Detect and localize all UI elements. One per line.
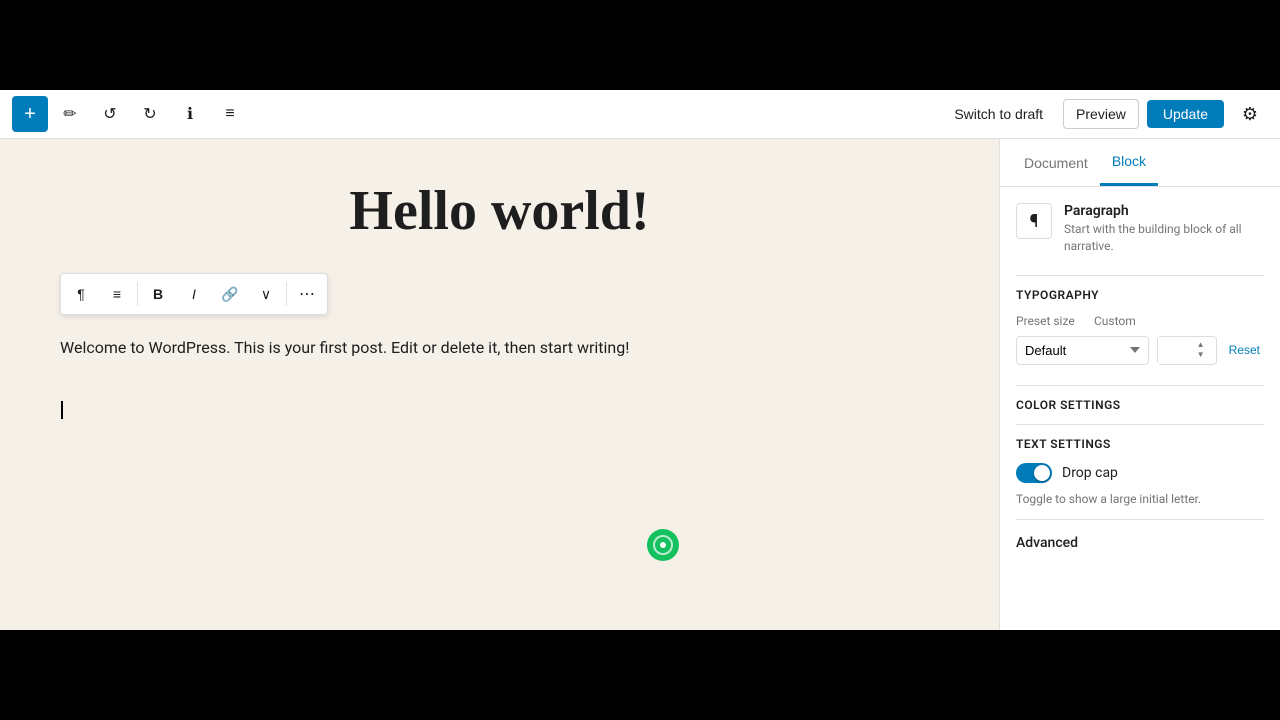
- inline-formatting-toolbar: ¶ ≡ B I 🔗 ∨ ⋯: [60, 273, 328, 315]
- block-info: ¶ Paragraph Start with the building bloc…: [1016, 203, 1264, 255]
- more-formats-button[interactable]: ∨: [248, 276, 284, 312]
- custom-size-input-wrap: ▲ ▼: [1157, 336, 1217, 365]
- italic-icon: I: [192, 286, 196, 302]
- link-icon: 🔗: [221, 286, 238, 303]
- custom-size-input[interactable]: [1158, 337, 1194, 364]
- list-view-icon: ≡: [225, 105, 234, 123]
- edit-mode-button[interactable]: ✏: [52, 96, 88, 132]
- post-title[interactable]: Hello world!: [60, 179, 939, 243]
- toolbar: + ✏ ↺ ↻ ℹ ≡ Switch to draft Preview Upda…: [0, 90, 1280, 139]
- size-arrows: ▲ ▼: [1194, 338, 1208, 362]
- settings-button[interactable]: ⚙: [1232, 96, 1268, 132]
- redo-button[interactable]: ↻: [132, 96, 168, 132]
- redo-icon: ↻: [143, 104, 156, 124]
- add-block-button[interactable]: +: [12, 96, 48, 132]
- drop-cap-row: Drop cap: [1016, 463, 1264, 483]
- drop-cap-label: Drop cap: [1062, 465, 1118, 481]
- plus-icon: +: [24, 103, 36, 126]
- bold-icon: B: [153, 286, 163, 302]
- align-icon: ≡: [113, 286, 121, 302]
- post-content-text: Welcome to WordPress. This is your first…: [60, 335, 740, 361]
- paragraph-format-button[interactable]: ¶: [63, 276, 99, 312]
- settings-gear-icon: ⚙: [1242, 104, 1258, 125]
- paragraph-block-icon: ¶: [1030, 211, 1039, 232]
- grammarly-inner: [653, 535, 673, 555]
- align-button[interactable]: ≡: [99, 276, 135, 312]
- text-settings-label: Text settings: [1016, 437, 1264, 451]
- block-type-icon: ¶: [1016, 203, 1052, 239]
- block-title: Paragraph: [1064, 203, 1264, 219]
- bold-button[interactable]: B: [140, 276, 176, 312]
- info-button[interactable]: ℹ: [172, 96, 208, 132]
- typography-section: Typography Preset size Custom Default ▲ …: [1016, 288, 1264, 365]
- divider-1: [1016, 275, 1264, 276]
- custom-label: Custom: [1094, 314, 1136, 328]
- post-content[interactable]: Welcome to WordPress. This is your first…: [60, 335, 740, 361]
- advanced-section[interactable]: Advanced: [1016, 532, 1264, 551]
- switch-to-draft-button[interactable]: Switch to draft: [942, 100, 1055, 128]
- undo-button[interactable]: ↺: [92, 96, 128, 132]
- info-icon: ℹ: [187, 104, 193, 124]
- toolbar-right: Switch to draft Preview Update ⚙: [942, 96, 1268, 132]
- more-options-button[interactable]: ⋯: [289, 276, 325, 312]
- tab-block[interactable]: Block: [1100, 139, 1158, 186]
- tab-document[interactable]: Document: [1012, 139, 1100, 186]
- toolbar-separator-2: [286, 282, 287, 306]
- reset-size-button[interactable]: Reset: [1225, 339, 1264, 361]
- toolbar-separator-1: [137, 282, 138, 306]
- undo-icon: ↺: [103, 104, 116, 124]
- text-cursor: [61, 401, 63, 419]
- bottom-black-bar: [0, 630, 1280, 720]
- preview-button[interactable]: Preview: [1063, 99, 1139, 129]
- sidebar-tabs: Document Block: [1000, 139, 1280, 187]
- divider-3: [1016, 424, 1264, 425]
- block-description: Start with the building block of all nar…: [1064, 221, 1264, 255]
- update-button[interactable]: Update: [1147, 100, 1224, 128]
- drop-cap-description: Toggle to show a large initial letter.: [1016, 491, 1264, 508]
- preset-size-select[interactable]: Default: [1016, 336, 1149, 365]
- typography-label: Typography: [1016, 288, 1264, 302]
- font-size-row: Preset size Custom: [1016, 314, 1264, 328]
- link-button[interactable]: 🔗: [212, 276, 248, 312]
- divider-4: [1016, 519, 1264, 520]
- advanced-label: Advanced: [1016, 535, 1078, 551]
- chevron-down-icon: ∨: [261, 286, 271, 303]
- toggle-knob: [1034, 465, 1050, 481]
- pencil-icon: ✏: [63, 104, 76, 124]
- preset-size-label: Preset size: [1016, 314, 1086, 328]
- block-info-text: Paragraph Start with the building block …: [1064, 203, 1264, 255]
- ellipsis-icon: ⋯: [299, 284, 315, 304]
- text-settings-section: Text settings Drop cap Toggle to show a …: [1016, 437, 1264, 508]
- color-settings-label: Color settings: [1016, 398, 1264, 412]
- divider-2: [1016, 385, 1264, 386]
- top-black-bar: [0, 0, 1280, 90]
- cursor-area[interactable]: [60, 401, 939, 423]
- grammarly-button[interactable]: [647, 529, 679, 561]
- paragraph-icon: ¶: [77, 286, 85, 302]
- size-up-arrow[interactable]: ▲: [1196, 340, 1206, 350]
- grammarly-dot: [660, 542, 666, 548]
- list-view-button[interactable]: ≡: [212, 96, 248, 132]
- italic-button[interactable]: I: [176, 276, 212, 312]
- toolbar-left: + ✏ ↺ ↻ ℹ ≡: [12, 96, 942, 132]
- drop-cap-toggle[interactable]: [1016, 463, 1052, 483]
- size-down-arrow[interactable]: ▼: [1196, 350, 1206, 360]
- color-settings-section: Color settings: [1016, 398, 1264, 412]
